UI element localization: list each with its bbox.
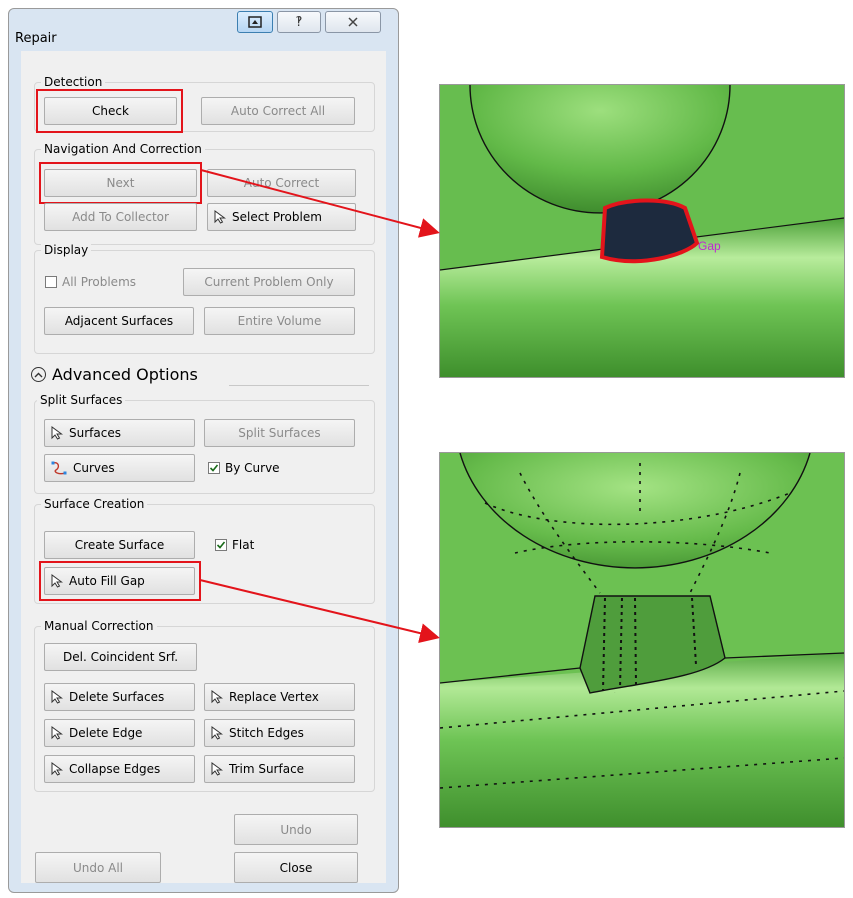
- autofill-to-result-arrow: [199, 579, 440, 643]
- callout-arrows: [199, 169, 440, 643]
- next-to-gap-arrow: [200, 169, 440, 238]
